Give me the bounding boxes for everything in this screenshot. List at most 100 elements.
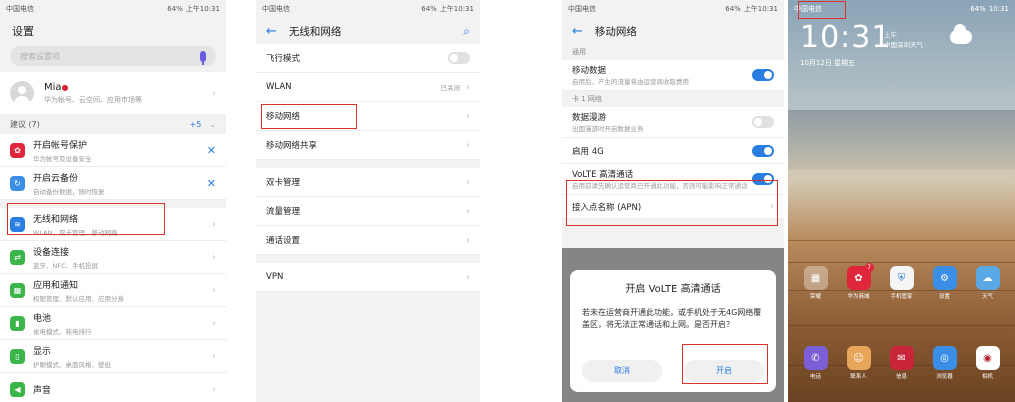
airplane-mode-toggle[interactable]: [448, 52, 470, 64]
section-header: 卡 1 网络: [572, 95, 602, 103]
phone-icon: ✆: [803, 346, 828, 370]
browser-icon: ◎: [932, 346, 957, 370]
apn-row[interactable]: 接入点名称 (APN) ›: [562, 195, 784, 219]
lock-screen: 中国电信 64% 10:31 10:31 上午 中国深圳天气 10月12日 星期…: [788, 0, 1015, 402]
app-phone-manager[interactable]: ⛨ 手机管家: [885, 266, 919, 300]
row-title: 启用 4G: [572, 146, 604, 157]
mobile-data-toggle[interactable]: [752, 69, 774, 81]
chevron-right-icon: ›: [466, 271, 470, 283]
confirm-button[interactable]: 开启: [684, 360, 764, 382]
dual-sim-row[interactable]: 双卡管理 ›: [256, 168, 480, 197]
row-label: 通话设置: [266, 236, 301, 246]
time-label: 上午10:31: [439, 5, 474, 13]
nav-bar: ← 移动网络: [562, 18, 784, 44]
am-label: 上午: [884, 31, 897, 39]
dismiss-icon[interactable]: ✕: [207, 177, 216, 190]
back-arrow-icon[interactable]: ←: [572, 24, 583, 39]
row-label: 飞行模式: [266, 54, 301, 64]
list-item-subtitle: 华为帐号及设备安全: [33, 154, 92, 163]
app-weather[interactable]: ☁ 天气: [971, 266, 1005, 300]
search-input[interactable]: 搜索设置项: [10, 46, 216, 66]
settings-screen: 中国电信 64% 上午10:31 设置 搜索设置项 Mia● 华为帐号、云空间、…: [0, 0, 226, 402]
row-label: 移动网络共享: [266, 141, 318, 151]
list-item-title: 电池: [33, 313, 52, 324]
app-camera[interactable]: ◉ 相机: [971, 346, 1005, 380]
microphone-icon[interactable]: [200, 50, 206, 65]
app-browser[interactable]: ◎ 浏览器: [928, 346, 962, 380]
page-title: 设置: [12, 25, 34, 38]
volte-toggle[interactable]: [752, 173, 774, 185]
hotspot-row[interactable]: 移动网络共享 ›: [256, 131, 480, 160]
shield-icon: ⛨: [889, 266, 914, 290]
list-item-device-connection[interactable]: ⇄ 设备连接 蓝牙、NFC、手机投屏 ›: [0, 241, 226, 274]
device-connection-icon: ⇄: [10, 249, 25, 265]
enable-4g-toggle[interactable]: [752, 144, 774, 157]
suggestions-count: +5: [189, 119, 202, 129]
suggestions-header[interactable]: 建议 (7) +5 ⌄: [0, 114, 226, 134]
carrier-label: 中国电信: [568, 5, 596, 13]
search-icon[interactable]: ⌕: [463, 24, 470, 39]
lock-clock: 10:31: [800, 20, 892, 55]
mobile-network-row[interactable]: 移动网络 ›: [256, 102, 480, 131]
list-item-title: 应用和通知: [33, 280, 79, 291]
dismiss-icon[interactable]: ✕: [207, 144, 216, 157]
chevron-right-icon: ›: [212, 383, 216, 395]
call-settings-row[interactable]: 通话设置 ›: [256, 226, 480, 255]
app-settings[interactable]: ⚙ 设置: [928, 266, 962, 300]
list-item-sound[interactable]: ◀ 声音 ›: [0, 373, 226, 402]
list-item-apps-notifications[interactable]: ▦ 应用和通知 权限管理、默认应用、应用分身 ›: [0, 274, 226, 307]
app-huawei-store[interactable]: ✿ 7 华为商城: [842, 263, 876, 300]
list-item-title: 显示: [33, 346, 52, 357]
airplane-mode-row[interactable]: 飞行模式: [256, 44, 480, 73]
chevron-right-icon: ›: [466, 110, 470, 122]
back-arrow-icon[interactable]: ←: [266, 24, 277, 39]
app-contacts[interactable]: ☺ 联系人: [842, 346, 876, 380]
cloud-icon: [950, 24, 972, 44]
display-icon: ▯: [10, 348, 25, 364]
row-title: 数据漫游: [572, 113, 607, 123]
list-item-cloud-backup[interactable]: ↻ 开启云备份 自动备份数据，随时恢复 ✕: [0, 167, 226, 200]
time-label: 上午10:31: [185, 5, 220, 13]
app-folder[interactable]: ▦ 荣耀: [799, 266, 833, 300]
status-bar: 中国电信 64% 上午10:31: [0, 0, 226, 18]
battery-label: 64%: [421, 5, 437, 13]
chevron-right-icon: ›: [212, 87, 216, 99]
app-phone[interactable]: ✆ 电话: [799, 346, 833, 380]
mobile-data-row[interactable]: 移动数据 启用后，产生的流量将由运营商收取费用: [562, 60, 784, 91]
account-row[interactable]: Mia● 华为帐号、云空间、应用市场等 ›: [0, 72, 226, 114]
status-bar: 中国电信 64% 10:31: [788, 0, 1015, 18]
apps-grid-icon: ▦: [10, 282, 25, 298]
status-bar: 中国电信 64% 上午10:31: [256, 0, 480, 18]
cancel-button[interactable]: 取消: [582, 360, 662, 382]
list-item-display[interactable]: ▯ 显示 护眼模式、桌面风格、壁纸 ›: [0, 340, 226, 373]
wireless-network-screen: 中国电信 64% 上午10:31 ← 无线和网络 ⌕ 飞行模式 WLAN 已关闭…: [256, 0, 480, 402]
list-item-account-protection[interactable]: ✿ 开启帐号保护 华为帐号及设备安全 ✕: [0, 134, 226, 167]
chevron-right-icon: ›: [212, 284, 216, 296]
cloud-backup-icon: ↻: [10, 175, 25, 191]
wlan-row[interactable]: WLAN 已关闭 ›: [256, 73, 480, 102]
data-usage-row[interactable]: 流量管理 ›: [256, 197, 480, 226]
list-item-battery[interactable]: ▮ 电池 省电模式、耗电排行 ›: [0, 307, 226, 340]
app-label: 相机: [981, 374, 993, 380]
battery-label: 64%: [970, 5, 986, 13]
app-row: ▦ 荣耀 ✿ 7 华为商城 ⛨ 手机管家 ⚙ 设置 ☁ 天气: [788, 263, 1015, 300]
list-item-title: 无线和网络: [33, 214, 79, 225]
enable-4g-row[interactable]: 启用 4G: [562, 138, 784, 164]
page-title: 移动网络: [594, 25, 637, 38]
app-messages[interactable]: ✉ 信息: [885, 346, 919, 380]
list-item-title: 设备连接: [33, 247, 70, 258]
list-item-wireless-network[interactable]: ≋ 无线和网络 WLAN、双卡管理、移动网络 ›: [0, 208, 226, 241]
vpn-row[interactable]: VPN ›: [256, 263, 480, 292]
battery-icon: ▮: [10, 315, 25, 331]
chevron-right-icon: ›: [212, 350, 216, 362]
section-header: 通用: [572, 48, 586, 56]
data-roaming-row[interactable]: 数据漫游 出国漫游时开启数据业务: [562, 107, 784, 138]
chevron-right-icon: ›: [466, 176, 470, 188]
volte-row[interactable]: VoLTE 高清通话 启用前请先确认运营商已开通此功能，否则可能影响正常通话: [562, 164, 784, 195]
page-title: 无线和网络: [288, 25, 342, 38]
status-bar: 中国电信 64% 上午10:31: [562, 0, 784, 18]
carrier-label: 中国电信: [794, 5, 822, 13]
chevron-down-icon[interactable]: ⌄: [209, 120, 216, 129]
data-roaming-toggle[interactable]: [752, 116, 774, 128]
account-name: Mia: [44, 81, 62, 93]
